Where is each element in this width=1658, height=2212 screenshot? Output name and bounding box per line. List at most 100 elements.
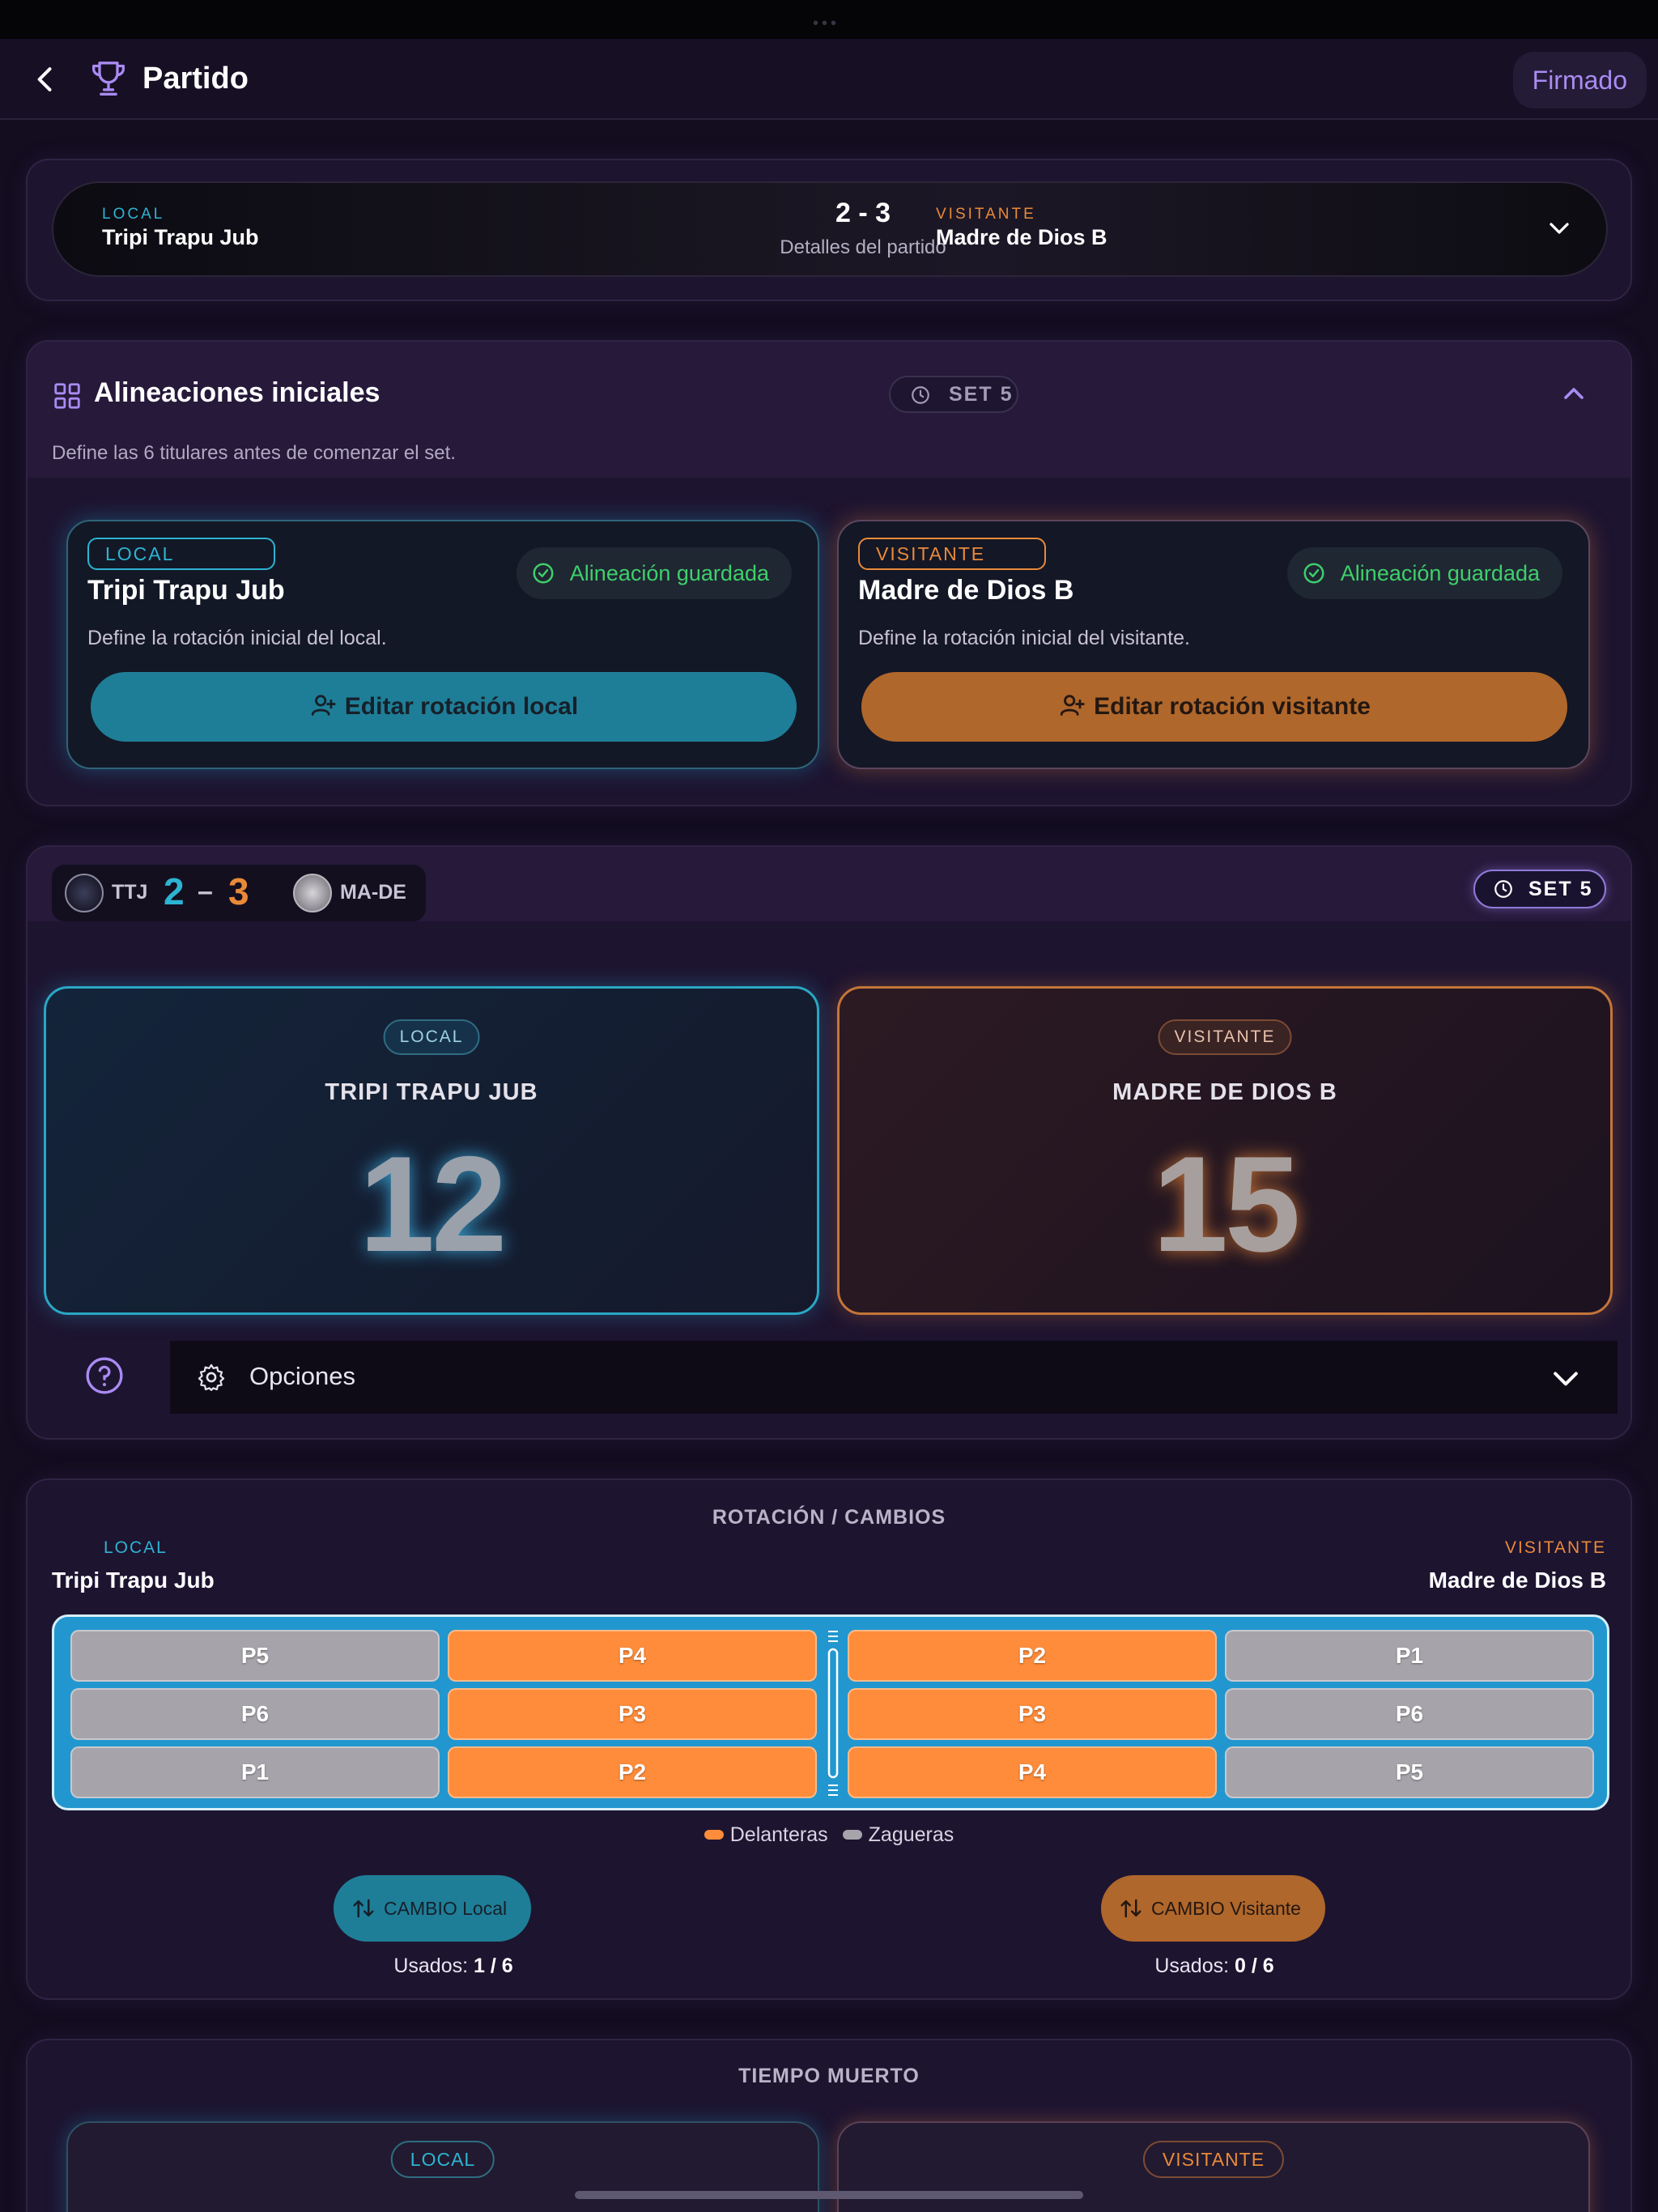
page-title: Partido xyxy=(142,62,249,96)
away-front-cell[interactable]: P4 xyxy=(848,1746,1217,1798)
home-front-cell[interactable]: P3 xyxy=(448,1688,817,1740)
sets-summary: TTJ 2 – 3 MA-DE xyxy=(52,865,426,921)
current-set-label: SET 5 xyxy=(1528,878,1593,900)
away-badge: VISITANTE xyxy=(858,538,1046,570)
away-subs-used: Usados: 0 / 6 xyxy=(1093,1955,1336,1978)
user-plus-icon xyxy=(1060,695,1085,716)
back-legend-swatch xyxy=(842,1830,862,1840)
home-points: 12 xyxy=(359,1128,508,1280)
chevron-down-icon xyxy=(1550,223,1569,234)
timeout-card: TIEMPO MUERTO LOCAL VISITANTE xyxy=(26,2039,1632,2212)
collapse-lineups-button[interactable] xyxy=(1558,377,1590,410)
home-change-button[interactable]: CAMBIO Local xyxy=(334,1875,532,1942)
home-back-cell[interactable]: P1 xyxy=(70,1746,440,1798)
rotation-home-name: Tripi Trapu Jub xyxy=(52,1568,215,1593)
away-lineup-card: VISITANTE Madre de Dios B Alineación gua… xyxy=(837,520,1590,769)
match-summary[interactable]: LOCAL Tripi Trapu Jub 2 - 3 Detalles del… xyxy=(52,181,1608,277)
back-button[interactable] xyxy=(28,62,63,97)
trophy-icon xyxy=(92,62,125,96)
away-saved-status: Alineación guardada xyxy=(1286,547,1562,599)
away-lineup-team-name: Madre de Dios B xyxy=(858,575,1074,606)
legend-back-label: Zagueras xyxy=(868,1823,954,1846)
away-used-value: 0 / 6 xyxy=(1235,1955,1274,1977)
home-timeout-chip: LOCAL xyxy=(390,2141,495,2178)
status-dots: ••• xyxy=(813,15,840,32)
home-badge: LOCAL xyxy=(87,538,275,570)
home-abbr: TTJ xyxy=(112,881,148,904)
court-legend: Delanteras Zagueras xyxy=(28,1823,1630,1847)
clock-icon xyxy=(1494,880,1512,898)
home-score-team: TRIPI TRAPU JUB xyxy=(325,1079,538,1105)
swap-icon xyxy=(353,1899,374,1918)
scoreboard-header: TTJ 2 – 3 MA-DE SET 5 xyxy=(28,847,1630,921)
away-timeout-chip: VISITANTE xyxy=(1142,2141,1285,2178)
rotation-home-tag: LOCAL xyxy=(104,1538,168,1557)
away-points: 15 xyxy=(1152,1128,1301,1280)
chevron-up-icon xyxy=(1564,388,1584,399)
home-back-cell[interactable]: P5 xyxy=(70,1630,440,1682)
home-team-logo xyxy=(65,874,104,912)
options-label: Opciones xyxy=(249,1362,355,1390)
away-change-button[interactable]: CAMBIO Visitante xyxy=(1101,1875,1325,1942)
away-score-chip: VISITANTE xyxy=(1158,1019,1292,1055)
match-score: 2 - 3 xyxy=(835,198,891,228)
home-front-cell[interactable]: P2 xyxy=(448,1746,817,1798)
home-indicator xyxy=(575,2191,1083,2199)
away-back-cell[interactable]: P1 xyxy=(1225,1630,1594,1682)
home-score-panel[interactable]: LOCAL TRIPI TRAPU JUB 12 xyxy=(44,986,819,1315)
away-team-logo xyxy=(293,874,332,912)
home-back-cell[interactable]: P6 xyxy=(70,1688,440,1740)
away-abbr: MA-DE xyxy=(340,881,406,904)
home-tag: LOCAL xyxy=(102,206,165,223)
used-label: Usados: xyxy=(1154,1955,1230,1977)
home-lineup-desc: Define la rotación inicial del local. xyxy=(87,627,387,649)
court: P5 P6 P1 P4 P3 P2 P2 P3 P4 P1 P6 P5 xyxy=(52,1614,1609,1810)
status-bar: ••• xyxy=(0,0,1658,39)
match-card: LOCAL Tripi Trapu Jub 2 - 3 Detalles del… xyxy=(26,159,1632,301)
home-saved-status: Alineación guardada xyxy=(516,547,792,599)
away-change-label: CAMBIO Visitante xyxy=(1151,1898,1301,1919)
rotation-away-tag: VISITANTE xyxy=(1505,1538,1606,1557)
home-subs-used: Usados: 1 / 6 xyxy=(332,1955,575,1978)
away-back-cell[interactable]: P5 xyxy=(1225,1746,1594,1798)
options-dropdown[interactable]: Opciones xyxy=(170,1341,1618,1414)
set-chip-label: SET 5 xyxy=(949,383,1014,406)
home-team-name: Tripi Trapu Jub xyxy=(102,225,259,249)
lineups-header: Alineaciones iniciales SET 5 Define las … xyxy=(28,342,1630,478)
help-icon[interactable] xyxy=(84,1355,125,1396)
away-team-name: Madre de Dios B xyxy=(936,225,1107,249)
away-score-panel[interactable]: VISITANTE MADRE DE DIOS B 15 xyxy=(837,986,1613,1315)
set-chip: SET 5 xyxy=(889,376,1018,413)
edit-home-rotation-button[interactable]: Editar rotación local xyxy=(91,672,797,742)
used-label: Usados: xyxy=(393,1955,469,1977)
away-score-team: MADRE DE DIOS B xyxy=(1112,1079,1337,1105)
check-circle-icon xyxy=(1303,563,1324,584)
front-legend-swatch xyxy=(704,1830,724,1840)
home-change-label: CAMBIO Local xyxy=(384,1898,508,1919)
edit-away-rotation-label: Editar rotación visitante xyxy=(1094,693,1371,720)
home-front-cell[interactable]: P4 xyxy=(448,1630,817,1682)
check-circle-icon xyxy=(533,563,554,584)
lineups-card: Alineaciones iniciales SET 5 Define las … xyxy=(26,340,1632,806)
edit-away-rotation-button[interactable]: Editar rotación visitante xyxy=(861,672,1567,742)
home-lineup-card: LOCAL Tripi Trapu Jub Alineación guardad… xyxy=(66,520,819,769)
net-divider xyxy=(827,1631,839,1796)
lineups-subtitle: Define las 6 titulares antes de comenzar… xyxy=(52,442,456,464)
away-lineup-desc: Define la rotación inicial del visitante… xyxy=(858,627,1190,649)
grid-icon xyxy=(54,383,80,409)
swap-icon xyxy=(1120,1899,1141,1918)
expand-match-button[interactable] xyxy=(1543,212,1575,245)
timeout-title: TIEMPO MUERTO xyxy=(738,2065,920,2087)
sets-dash: – xyxy=(198,876,213,907)
away-front-cell[interactable]: P3 xyxy=(848,1688,1217,1740)
signed-button[interactable]: Firmado xyxy=(1512,52,1647,108)
away-sets-won: 3 xyxy=(228,870,249,912)
chevron-left-icon xyxy=(37,67,52,91)
away-tag: VISITANTE xyxy=(936,206,1036,223)
away-front-cell[interactable]: P2 xyxy=(848,1630,1217,1682)
home-sets-won: 2 xyxy=(164,870,185,912)
rotation-title: ROTACIÓN / CAMBIOS xyxy=(712,1506,946,1529)
away-back-cell[interactable]: P6 xyxy=(1225,1688,1594,1740)
clock-icon xyxy=(912,386,929,404)
home-lineup-team-name: Tripi Trapu Jub xyxy=(87,575,285,606)
